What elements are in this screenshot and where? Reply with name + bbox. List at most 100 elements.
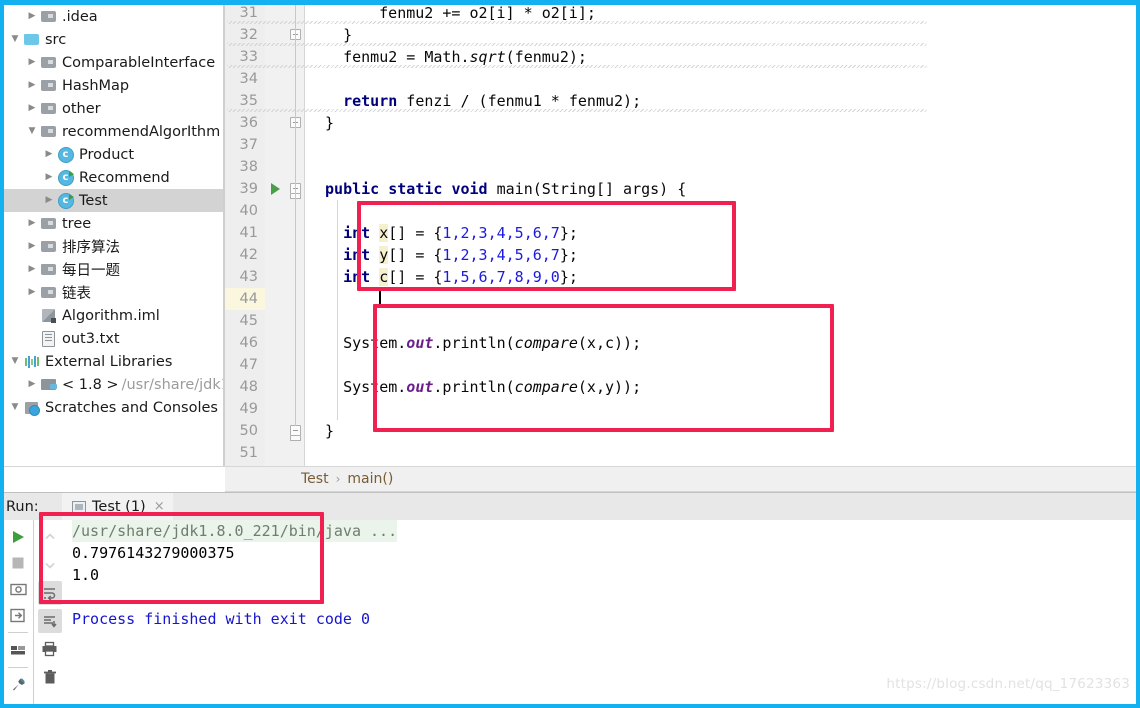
code-token: (fenmu2); (505, 48, 587, 66)
line-number: 48 (239, 379, 258, 395)
code-token: } (325, 114, 335, 132)
chevron-right-icon[interactable] (25, 219, 39, 228)
chevron-right-icon[interactable] (25, 81, 39, 90)
export-icon[interactable] (6, 603, 30, 627)
chevron-up-icon[interactable] (38, 525, 62, 549)
code-line[interactable]: int y[] = {1,2,3,4,5,6,7}; (343, 244, 578, 266)
tree-item[interactable]: 每日一题 (4, 258, 223, 281)
tree-item-label: < 1.8 > (62, 376, 119, 393)
code-line[interactable]: } (325, 112, 334, 134)
tree-item[interactable]: out3.txt (4, 327, 223, 350)
breadcrumb[interactable]: Test › main() (225, 466, 1136, 492)
chevron-right-icon[interactable] (25, 242, 39, 251)
tree-item[interactable]: 排序算法 (4, 235, 223, 258)
folder-icon (39, 124, 58, 140)
print-icon[interactable] (38, 637, 62, 661)
scratches-icon (22, 400, 41, 416)
breadcrumb-item[interactable]: main() (347, 471, 393, 487)
chevron-right-icon[interactable] (42, 173, 56, 182)
run-toolbar-secondary[interactable] (33, 520, 65, 704)
chevron-right-icon[interactable] (25, 58, 39, 67)
code-token: System. (343, 378, 407, 396)
editor-code-area[interactable]: fenmu2 += o2[i] * o2[i];} fenmu2 = Math.s… (227, 5, 1136, 466)
tree-item-label: ComparableInterface (62, 54, 216, 71)
scroll-to-end-icon[interactable] (37, 609, 62, 633)
tree-item[interactable]: 链表 (4, 281, 223, 304)
tree-item-label: 每日一题 (62, 263, 120, 279)
chevron-right-icon[interactable] (42, 150, 56, 159)
code-token: }; (559, 224, 578, 242)
tree-item[interactable]: Product (4, 143, 223, 166)
tree-item[interactable]: Scratches and Consoles (4, 396, 223, 419)
code-editor[interactable]: 31 32 33 34 35 36 37 38 39 40 41 42 43 44 45 46 47 48 49 50… (225, 5, 1136, 466)
chevron-down-icon[interactable] (25, 127, 39, 136)
tree-item[interactable]: Test (4, 189, 223, 212)
code-line[interactable]: int x[] = {1,2,3,4,5,6,7}; (343, 222, 578, 244)
code-token: [] = { (388, 268, 443, 286)
tree-item[interactable]: .idea (4, 5, 223, 28)
screenshot-icon[interactable] (6, 577, 30, 601)
tree-item[interactable]: tree (4, 212, 223, 235)
breadcrumb-item[interactable]: Test (301, 471, 329, 487)
console-line: 1.0 (72, 566, 100, 584)
tree-item[interactable]: src (4, 28, 223, 51)
run-tab-test[interactable]: Test (1) × (62, 493, 173, 520)
soft-wrap-icon[interactable] (37, 581, 62, 605)
chevron-down-icon[interactable] (8, 357, 22, 366)
line-number: 34 (239, 71, 258, 87)
tree-item-label: External Libraries (45, 353, 173, 370)
tree-item[interactable]: other (4, 97, 223, 120)
code-line[interactable]: System.out.println(compare(x,c)); (343, 332, 641, 354)
code-token: out (406, 378, 434, 396)
project-tree-panel[interactable]: .idea src ComparableInterface HashMap other r… (4, 5, 223, 466)
fold-marker[interactable] (290, 425, 301, 436)
editor-gutter[interactable]: 31 32 33 34 35 36 37 38 39 40 41 42 43 44 45 46 47 48 49 50… (225, 5, 265, 466)
tree-item[interactable]: Algorithm.iml (4, 304, 223, 327)
chevron-right-icon[interactable] (25, 12, 39, 21)
tree-item[interactable]: ComparableInterface (4, 51, 223, 74)
line-number: 51 (239, 445, 258, 461)
code-line[interactable]: System.out.println(compare(x,y)); (343, 376, 641, 398)
tree-item-label: other (62, 100, 101, 117)
chevron-right-icon[interactable] (25, 380, 39, 389)
tree-item-label: tree (62, 215, 92, 232)
layout-icon[interactable] (6, 638, 30, 662)
run-toolbar-left[interactable] (4, 520, 32, 704)
text-file-icon (39, 331, 58, 347)
code-token: sqrt (469, 48, 506, 66)
tree-item[interactable]: recommendAlgorIthm (4, 120, 223, 143)
code-line[interactable]: int c[] = {1,5,6,7,8,9,0}; (343, 266, 578, 288)
close-icon[interactable]: × (154, 499, 165, 514)
chevron-right-icon[interactable] (42, 196, 56, 205)
chevron-right-icon[interactable] (25, 288, 39, 297)
code-line[interactable]: } (325, 420, 334, 442)
inspection-squiggle (227, 109, 927, 112)
java-class-runnable-icon (56, 170, 75, 186)
chevron-down-icon[interactable] (38, 553, 62, 577)
code-token: int (343, 246, 371, 264)
tree-item[interactable]: External Libraries (4, 350, 223, 373)
tree-item[interactable]: Recommend (4, 166, 223, 189)
tree-item-label: src (45, 31, 67, 48)
folder-icon (39, 285, 58, 301)
chevron-down-icon[interactable] (8, 403, 22, 412)
chevron-right-icon[interactable] (25, 265, 39, 274)
code-token: fenmu2 = Math. (343, 48, 470, 66)
tree-item[interactable]: < 1.8 >/usr/share/jdk1. (4, 373, 223, 396)
rerun-icon[interactable] (6, 525, 30, 549)
pin-icon[interactable] (6, 673, 30, 697)
chevron-down-icon[interactable] (8, 35, 22, 44)
chevron-right-icon[interactable] (25, 104, 39, 113)
editor-run-gutter[interactable] (265, 5, 287, 466)
indent-guide (337, 200, 339, 420)
run-gutter-icon[interactable] (271, 183, 280, 195)
editor-fold-gutter[interactable] (287, 5, 305, 466)
tree-item-label: Test (79, 192, 108, 209)
tree-item[interactable]: HashMap (4, 74, 223, 97)
line-number: 39 (239, 181, 258, 197)
trash-icon[interactable] (38, 665, 62, 689)
code-line[interactable]: public static void main(String[] args) { (325, 178, 686, 200)
tree-item-label: Recommend (79, 169, 170, 186)
stop-icon[interactable] (6, 551, 30, 575)
